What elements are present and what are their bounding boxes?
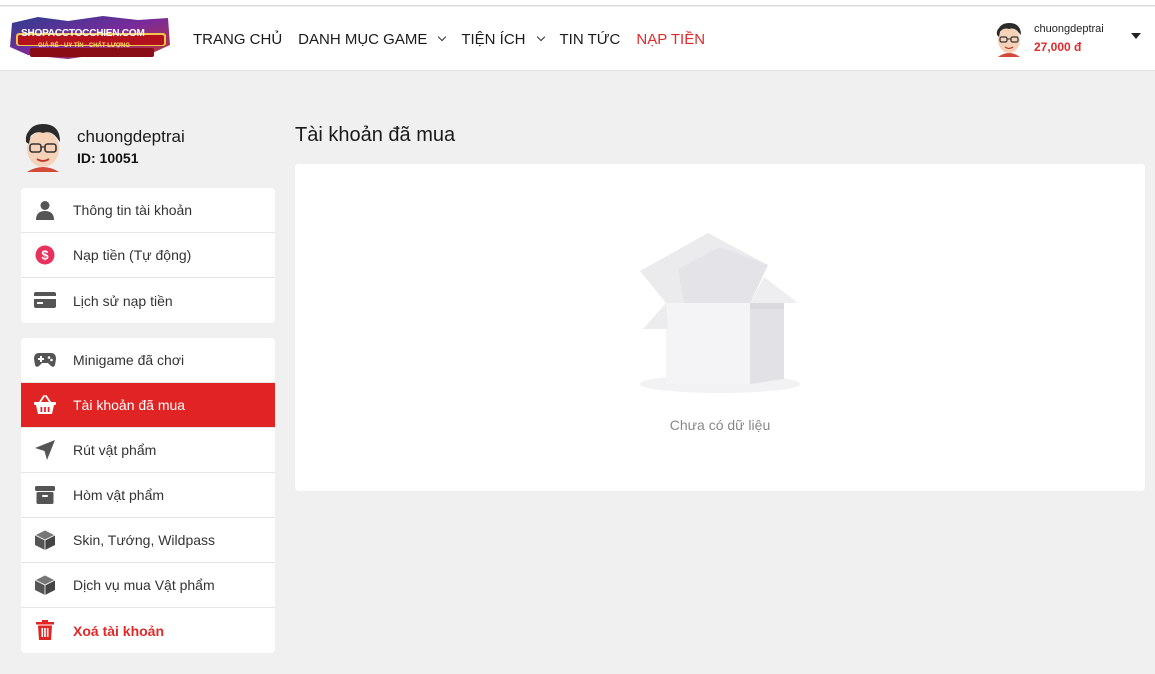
sidebar-item-account-info[interactable]: Thông tin tài khoản bbox=[21, 188, 275, 233]
user-menu[interactable]: chuongdeptrai 27,000 đ bbox=[993, 17, 1148, 61]
site-logo[interactable]: SHOPACCTOCCHIEN.COM GIÁ RẺ - UY TÍN - CH… bbox=[8, 15, 174, 63]
sidebar-item-label: Minigame đã chơi bbox=[73, 352, 185, 368]
sidebar-item-buy-items-service[interactable]: Dịch vụ mua Vật phẩm bbox=[21, 563, 275, 608]
nav-game-categories[interactable]: DANH MỤC GAME bbox=[298, 30, 447, 48]
sidebar-item-label: Lịch sử nạp tiền bbox=[73, 292, 173, 309]
profile-id: ID: 10051 bbox=[77, 150, 139, 166]
sidebar-profile: chuongdeptrai ID: 10051 bbox=[21, 122, 275, 174]
sidebar-item-label: Thông tin tài khoản bbox=[73, 202, 193, 218]
credit-card-icon bbox=[34, 289, 56, 311]
sidebar-item-minigame[interactable]: Minigame đã chơi bbox=[21, 338, 275, 383]
sidebar-item-delete-account[interactable]: Xoá tài khoản bbox=[21, 608, 275, 653]
site-header: SHOPACCTOCCHIEN.COM GIÁ RẺ - UY TÍN - CH… bbox=[0, 7, 1155, 71]
empty-state-text: Chưa có dữ liệu bbox=[669, 417, 771, 433]
user-icon bbox=[34, 199, 56, 221]
cube-icon bbox=[34, 529, 56, 551]
nav-label: TIỆN ÍCH bbox=[461, 30, 526, 48]
header-username: chuongdeptrai bbox=[1034, 23, 1104, 35]
sidebar-item-withdraw-items[interactable]: Rút vật phẩm bbox=[21, 428, 275, 473]
nav-utilities[interactable]: TIỆN ÍCH bbox=[461, 30, 545, 48]
caret-down-icon bbox=[1131, 33, 1141, 39]
sidebar-item-label: Skin, Tướng, Wildpass bbox=[73, 532, 216, 548]
nav-top-up[interactable]: NẠP TIỀN bbox=[636, 31, 705, 48]
page-title: Tài khoản đã mua bbox=[295, 124, 456, 146]
sidebar-item-label: Tài khoản đã mua bbox=[73, 397, 186, 413]
sidebar-item-auto-topup[interactable]: $ Nạp tiền (Tự động) bbox=[21, 233, 275, 278]
nav-label: DANH MỤC GAME bbox=[298, 30, 428, 48]
archive-box-icon bbox=[34, 484, 56, 506]
sidebar-item-topup-history[interactable]: Lịch sử nạp tiền bbox=[21, 278, 275, 323]
nav-label: NẠP TIỀN bbox=[636, 30, 706, 48]
logo-banner-icon bbox=[10, 16, 170, 59]
purchased-accounts-panel: Chưa có dữ liệu bbox=[295, 164, 1145, 491]
avatar bbox=[996, 23, 1021, 57]
avatar bbox=[25, 124, 60, 172]
dollar-circle-icon: $ bbox=[34, 244, 56, 266]
send-icon bbox=[34, 439, 56, 461]
chevron-down-icon bbox=[438, 32, 447, 42]
nav-home[interactable]: TRANG CHỦ bbox=[193, 31, 282, 48]
top-border bbox=[0, 0, 1155, 6]
empty-box-icon bbox=[640, 233, 800, 393]
sidebar-items-menu: Minigame đã chơi Tài khoản đã mua Rút vậ… bbox=[21, 338, 275, 653]
main-nav: TRANG CHỦ DANH MỤC GAME TIỆN ÍCH TIN TỨC… bbox=[193, 7, 721, 71]
sidebar-item-skins[interactable]: Skin, Tướng, Wildpass bbox=[21, 518, 275, 563]
sidebar-account-menu: Thông tin tài khoản $ Nạp tiền (Tự động)… bbox=[21, 188, 275, 323]
trash-icon bbox=[34, 619, 56, 641]
sidebar-item-purchased-accounts[interactable]: Tài khoản đã mua bbox=[21, 383, 275, 428]
basket-icon bbox=[34, 394, 56, 416]
sidebar-item-item-box[interactable]: Hòm vật phẩm bbox=[21, 473, 275, 518]
profile-username: chuongdeptrai bbox=[77, 127, 185, 146]
sidebar-item-label: Rút vật phẩm bbox=[73, 442, 157, 458]
svg-text:$: $ bbox=[41, 248, 49, 263]
nav-label: TRANG CHỦ bbox=[193, 30, 283, 48]
logo-tagline: GIÁ RẺ - UY TÍN - CHẤT LƯỢNG bbox=[38, 43, 130, 49]
logo-title: SHOPACCTOCCHIEN.COM bbox=[21, 28, 145, 39]
gamepad-icon bbox=[34, 349, 56, 371]
chevron-down-icon bbox=[536, 32, 545, 42]
sidebar-item-label: Dịch vụ mua Vật phẩm bbox=[73, 577, 215, 593]
nav-news[interactable]: TIN TỨC bbox=[560, 31, 621, 48]
sidebar-item-label: Nạp tiền (Tự động) bbox=[73, 247, 192, 263]
header-balance: 27,000 đ bbox=[1034, 40, 1082, 54]
nav-label: TIN TỨC bbox=[559, 30, 621, 48]
sidebar-item-label: Hòm vật phẩm bbox=[73, 487, 165, 503]
cube-icon bbox=[34, 574, 56, 596]
sidebar-item-label: Xoá tài khoản bbox=[73, 622, 165, 639]
